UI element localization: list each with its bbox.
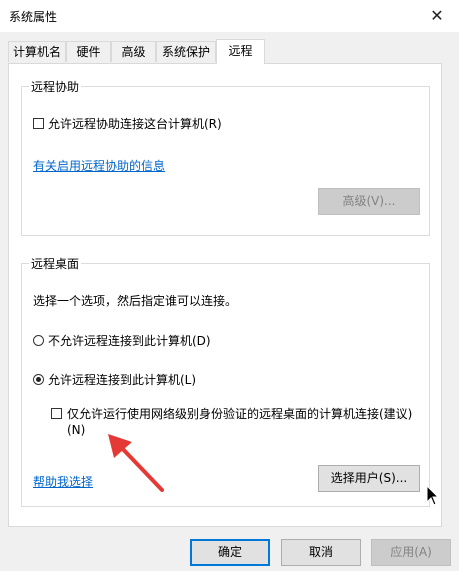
tab-remote[interactable]: 远程 [216, 39, 265, 64]
remote-desktop-group: 远程桌面 选择一个选项，然后指定谁可以连接。 不允许远程连接到此计算机(D) 允… [21, 255, 430, 507]
remote-assistance-title: 远程协助 [29, 78, 82, 95]
window-title: 系统属性 [9, 10, 58, 24]
tab-advanced[interactable]: 高级 [111, 41, 156, 62]
allow-remote-assistance-checkbox[interactable] [33, 118, 44, 129]
remote-assistance-group: 远程协助 允许远程协助连接这台计算机(R) 有关启用远程协助的信息 高级(V).… [21, 78, 430, 236]
tab-panel-remote: 远程协助 允许远程协助连接这台计算机(R) 有关启用远程协助的信息 高级(V).… [8, 63, 442, 527]
dialog-footer: 确定 取消 应用(A) [0, 527, 459, 571]
allow-remote-assistance-label[interactable]: 允许远程协助连接这台计算机(R) [48, 115, 222, 132]
allow-remote-connections-label[interactable]: 允许远程连接到此计算机(L) [48, 371, 196, 388]
title-bar: 系统属性 ✕ [0, 0, 459, 32]
cancel-button[interactable]: 取消 [281, 539, 361, 566]
deny-remote-connections-radio[interactable] [33, 335, 44, 346]
tab-computer-name[interactable]: 计算机名 [8, 41, 66, 62]
remote-desktop-title: 远程桌面 [29, 255, 82, 272]
tab-system-protection[interactable]: 系统保护 [156, 41, 216, 62]
help-me-choose-link[interactable]: 帮助我选择 [33, 473, 93, 490]
nla-only-checkbox[interactable] [51, 408, 62, 419]
nla-only-label[interactable]: 仅允许运行使用网络级别身份验证的远程桌面的计算机连接(建议) [67, 405, 412, 422]
allow-remote-connections-radio[interactable] [33, 374, 44, 385]
remote-desktop-instruction: 选择一个选项，然后指定谁可以连接。 [33, 294, 238, 308]
close-icon[interactable]: ✕ [415, 0, 459, 32]
remote-assistance-info-link[interactable]: 有关启用远程协助的信息 [33, 157, 165, 174]
apply-button[interactable]: 应用(A) [371, 539, 451, 566]
nla-only-label-mnemonic[interactable]: (N) [67, 423, 85, 437]
annotation-arrow-icon [108, 434, 164, 492]
mouse-cursor-icon [426, 485, 440, 506]
ok-button[interactable]: 确定 [190, 539, 270, 566]
select-users-button[interactable]: 选择用户(S)... [318, 465, 420, 492]
tab-hardware[interactable]: 硬件 [66, 41, 111, 62]
advanced-button[interactable]: 高级(V)... [318, 188, 420, 215]
deny-remote-connections-label[interactable]: 不允许远程连接到此计算机(D) [48, 332, 211, 349]
